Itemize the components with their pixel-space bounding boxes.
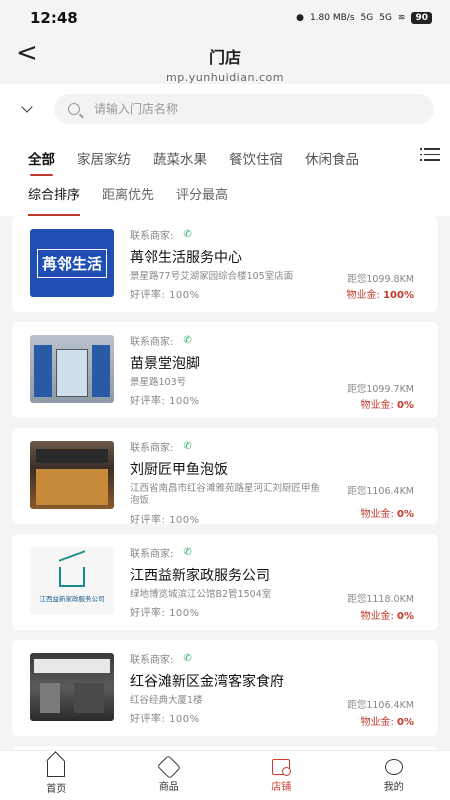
store-address: 景星路77号艾湖家园综合楼105室店面 bbox=[130, 271, 294, 282]
nav-home-label: 首页 bbox=[46, 783, 67, 795]
store-distance: 距您1106.4KM bbox=[347, 486, 414, 497]
store-card[interactable]: 苒邻生活 联系商家: ✆ 苒邻生活服务中心 景星路77号艾湖家园综合楼105室店面… bbox=[12, 216, 438, 312]
contact-label: 联系商家: bbox=[130, 549, 174, 560]
store-card[interactable]: 江西益新家政服务公司 联系商家: ✆ 江西益新家政服务公司 绿地博览城滨江公馆B2… bbox=[12, 534, 438, 630]
phone-icon[interactable]: ✆ bbox=[183, 335, 191, 346]
store-fee: 物业金: 0% bbox=[360, 717, 414, 728]
contact-merchant[interactable]: 联系商家: ✆ bbox=[130, 439, 428, 454]
status-icons: ● 1.80 MB/s 5G 5G ≋ 90 bbox=[296, 12, 432, 24]
status-bar: 12:48 ● 1.80 MB/s 5G 5G ≋ 90 bbox=[0, 0, 450, 36]
search-input[interactable] bbox=[94, 102, 294, 116]
store-list: 苒邻生活 联系商家: ✆ 苒邻生活服务中心 景星路77号艾湖家园综合楼105室店面… bbox=[0, 210, 450, 750]
store-info: 联系商家: ✆ 红谷滩新区金湾客家食府 红谷经典大厦1楼 好评率: 100% 距您… bbox=[130, 649, 428, 728]
nav-home[interactable]: 首页 bbox=[0, 751, 113, 800]
store-name: 红谷滩新区金湾客家食府 bbox=[130, 674, 284, 690]
store-logo-text: 苒邻生活 bbox=[36, 248, 107, 278]
phone-icon[interactable]: ✆ bbox=[183, 229, 191, 240]
store-address: 红谷经典大厦1楼 bbox=[130, 695, 203, 706]
nav-shops-label: 店铺 bbox=[271, 781, 292, 793]
goods-icon bbox=[156, 754, 181, 779]
store-info: 联系商家: ✆ 苗景堂泡脚 景星路103号 好评率: 100% 距您1099.7K… bbox=[130, 331, 428, 411]
search-row bbox=[0, 84, 450, 130]
chevron-down-icon[interactable] bbox=[16, 98, 38, 120]
store-card[interactable]: 联系商家: ✆ 红谷滩新区金湾客家食府 红谷经典大厦1楼 好评率: 100% 距您… bbox=[12, 640, 438, 736]
store-fee: 物业金: 100% bbox=[346, 290, 414, 301]
contact-label: 联系商家: bbox=[130, 337, 174, 348]
phone-icon[interactable]: ✆ bbox=[183, 441, 191, 452]
store-address: 绿地博览城滨江公馆B2管1504室 bbox=[130, 589, 272, 600]
phone-icon[interactable]: ✆ bbox=[183, 653, 191, 664]
store-address: 景星路103号 bbox=[130, 377, 187, 388]
store-address: 江西省南昌市红谷滩雅苑路星河汇刘厨匠甲鱼泡饭 bbox=[130, 483, 321, 507]
house-logo-icon bbox=[59, 550, 85, 587]
phone-icon[interactable]: ✆ bbox=[183, 547, 191, 558]
nav-mine[interactable]: 我的 bbox=[338, 751, 450, 800]
store-distance: 距您1106.4KM bbox=[347, 700, 414, 711]
battery-indicator: 90 bbox=[411, 12, 432, 24]
store-name: 江西益新家政服务公司 bbox=[130, 568, 270, 584]
store-card[interactable]: 联系商家: ✆ 刘厨匠甲鱼泡饭 江西省南昌市红谷滩雅苑路星河汇刘厨匠甲鱼泡饭 好评… bbox=[12, 428, 438, 526]
store-photo bbox=[30, 441, 114, 509]
contact-label: 联系商家: bbox=[130, 231, 174, 242]
contact-merchant[interactable]: 联系商家: ✆ bbox=[130, 227, 428, 242]
store-card[interactable]: 联系商家: ✆ 苗景堂泡脚 景星路103号 好评率: 100% 距您1099.7K… bbox=[12, 322, 438, 418]
store-fee: 物业金: 0% bbox=[360, 509, 414, 520]
list-menu-icon[interactable] bbox=[420, 148, 440, 165]
contact-merchant[interactable]: 联系商家: ✆ bbox=[130, 651, 428, 666]
page-domain: mp.yunhuidian.com bbox=[166, 71, 284, 84]
tab-all[interactable]: 全部 bbox=[28, 148, 55, 176]
nav-goods-label: 商品 bbox=[158, 781, 179, 793]
home-icon bbox=[47, 760, 66, 777]
store-photo bbox=[30, 335, 114, 403]
nav-goods[interactable]: 商品 bbox=[113, 751, 226, 800]
store-distance: 距您1099.7KM bbox=[347, 384, 414, 395]
clock: 12:48 bbox=[30, 9, 78, 27]
nav-bar: < 门店 mp.yunhuidian.com bbox=[0, 36, 450, 84]
store-info: 联系商家: ✆ 苒邻生活服务中心 景星路77号艾湖家园综合楼105室店面 好评率:… bbox=[130, 225, 428, 303]
store-name: 苗景堂泡脚 bbox=[130, 356, 200, 372]
page-title: 门店 bbox=[208, 48, 241, 67]
store-logo: 苒邻生活 bbox=[30, 229, 114, 297]
tab-home-textiles[interactable]: 家居家纺 bbox=[77, 148, 131, 176]
store-fee: 物业金: 0% bbox=[360, 400, 414, 411]
store-name: 刘厨匠甲鱼泡饭 bbox=[130, 462, 228, 478]
category-tabs: 全部 家居家纺 蔬菜水果 餐饮住宿 休闲食品 bbox=[0, 130, 450, 176]
store-distance: 距您1118.0KM bbox=[347, 594, 414, 605]
contact-label: 联系商家: bbox=[130, 655, 174, 666]
nav-mine-label: 我的 bbox=[383, 781, 404, 793]
store-name: 苒邻生活服务中心 bbox=[130, 250, 242, 266]
profile-icon bbox=[384, 758, 403, 775]
location-icon: ● bbox=[296, 13, 304, 23]
signal-5g-1: 5G bbox=[360, 13, 374, 23]
search-box[interactable] bbox=[54, 94, 434, 124]
back-arrow-icon[interactable]: < bbox=[16, 38, 38, 68]
contact-label: 联系商家: bbox=[130, 443, 174, 454]
store-distance: 距您1099.8KM bbox=[347, 274, 414, 285]
store-logo-text: 江西益新家政服务公司 bbox=[39, 595, 105, 603]
search-icon bbox=[68, 103, 80, 115]
shop-icon bbox=[272, 758, 292, 776]
tab-vegetables-fruits[interactable]: 蔬菜水果 bbox=[153, 148, 207, 176]
store-logo: 江西益新家政服务公司 bbox=[30, 547, 114, 615]
contact-merchant[interactable]: 联系商家: ✆ bbox=[130, 333, 428, 348]
nav-shops[interactable]: 店铺 bbox=[225, 751, 338, 800]
store-info: 联系商家: ✆ 江西益新家政服务公司 绿地博览城滨江公馆B2管1504室 好评率:… bbox=[130, 543, 428, 622]
net-speed: 1.80 MB/s bbox=[309, 13, 355, 23]
tab-dining-lodging[interactable]: 餐饮住宿 bbox=[229, 148, 283, 176]
store-photo bbox=[30, 653, 114, 721]
signal-5g-2: 5G bbox=[379, 13, 392, 23]
tab-snacks[interactable]: 休闲食品 bbox=[305, 148, 359, 176]
wifi-icon: ≋ bbox=[397, 13, 406, 23]
bottom-nav: 首页 商品 店铺 我的 bbox=[0, 750, 450, 800]
store-fee: 物业金: 0% bbox=[360, 611, 414, 622]
store-info: 联系商家: ✆ 刘厨匠甲鱼泡饭 江西省南昌市红谷滩雅苑路星河汇刘厨匠甲鱼泡饭 好评… bbox=[130, 437, 428, 526]
contact-merchant[interactable]: 联系商家: ✆ bbox=[130, 545, 428, 560]
